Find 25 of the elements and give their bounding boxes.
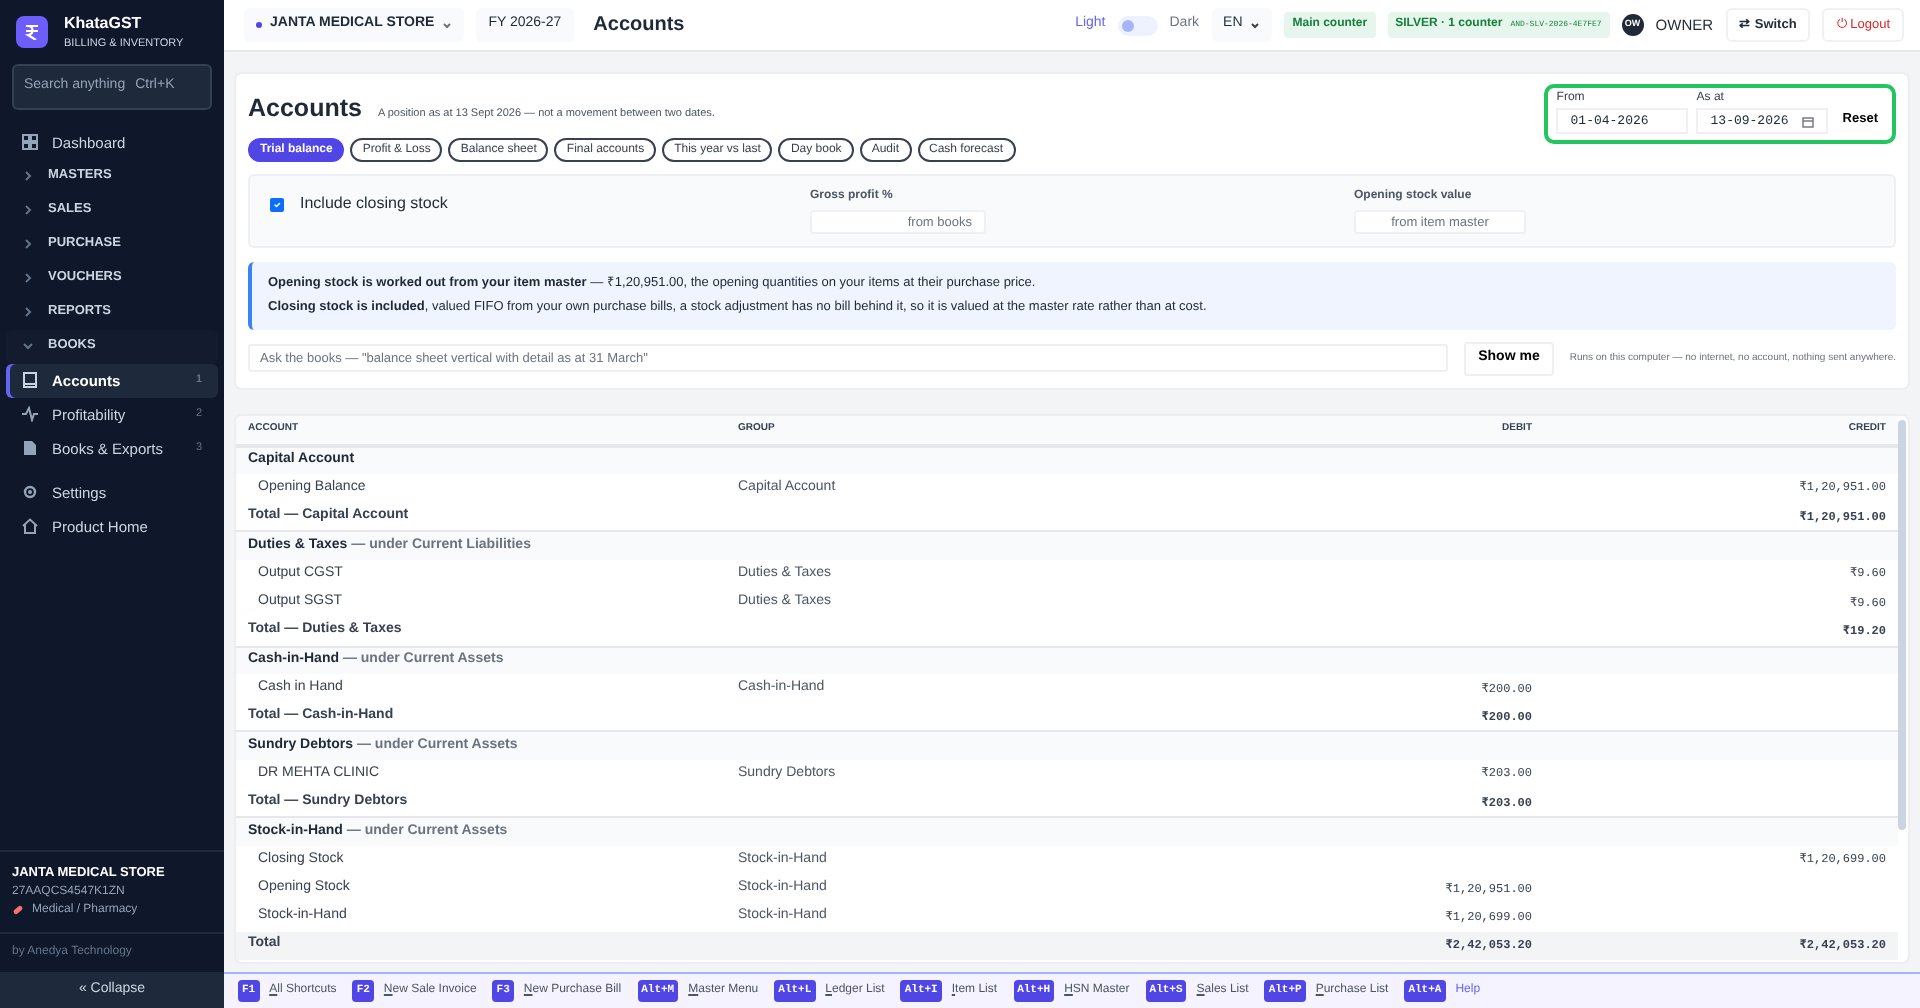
pulse-icon bbox=[22, 406, 38, 423]
page-title: Accounts bbox=[593, 12, 685, 40]
chevron-right-icon bbox=[22, 306, 34, 319]
checkbox-label: Include closing stock bbox=[300, 192, 448, 216]
dashboard-icon bbox=[22, 134, 38, 151]
chevron-right-icon bbox=[22, 272, 34, 285]
pill-icon bbox=[12, 904, 24, 916]
scrollbar[interactable] bbox=[1898, 419, 1906, 829]
chevron-right-icon bbox=[22, 170, 34, 183]
chevron-down-icon bbox=[22, 340, 34, 353]
book-icon bbox=[22, 372, 38, 389]
logo-icon bbox=[24, 24, 40, 41]
document-icon bbox=[22, 440, 38, 457]
calendar-icon bbox=[1802, 115, 1815, 127]
caret-icon bbox=[1250, 21, 1261, 29]
chevron-right-icon bbox=[22, 238, 34, 251]
caret-icon bbox=[442, 21, 453, 29]
dot-icon bbox=[256, 22, 262, 28]
settings-icon bbox=[22, 484, 38, 501]
section-title: Accounts bbox=[248, 92, 362, 126]
brand-name: KhataGST bbox=[64, 12, 144, 36]
home-icon bbox=[22, 518, 38, 535]
checkbox[interactable] bbox=[270, 197, 284, 211]
chevron-right-icon bbox=[22, 204, 34, 217]
theme-toggle[interactable] bbox=[1117, 15, 1158, 35]
